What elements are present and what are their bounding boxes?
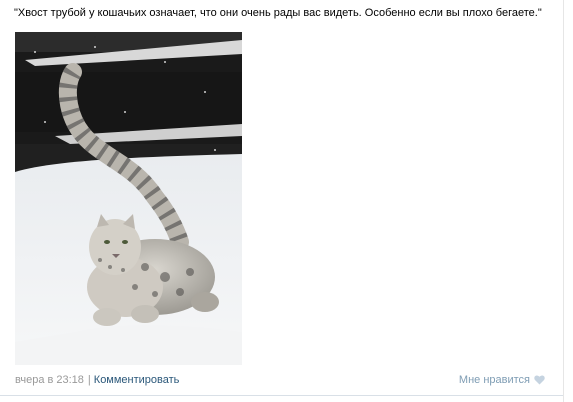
post-text: "Хвост трубой у кошачьих означает, что о… — [14, 7, 542, 19]
post-timestamp[interactable]: вчера в 23:18 — [15, 374, 84, 386]
footer-separator: | — [87, 374, 91, 386]
post-footer: вчера в 23:18 | Комментировать Мне нравитс… — [15, 373, 545, 387]
bottom-divider — [0, 395, 563, 396]
like-label: Мне нравится — [458, 374, 530, 386]
heart-icon — [534, 375, 545, 385]
right-border — [563, 0, 564, 402]
like-button[interactable]: Мне нравится — [459, 373, 545, 387]
comment-link[interactable]: Комментировать — [94, 374, 180, 386]
post-photo[interactable] — [15, 32, 242, 365]
